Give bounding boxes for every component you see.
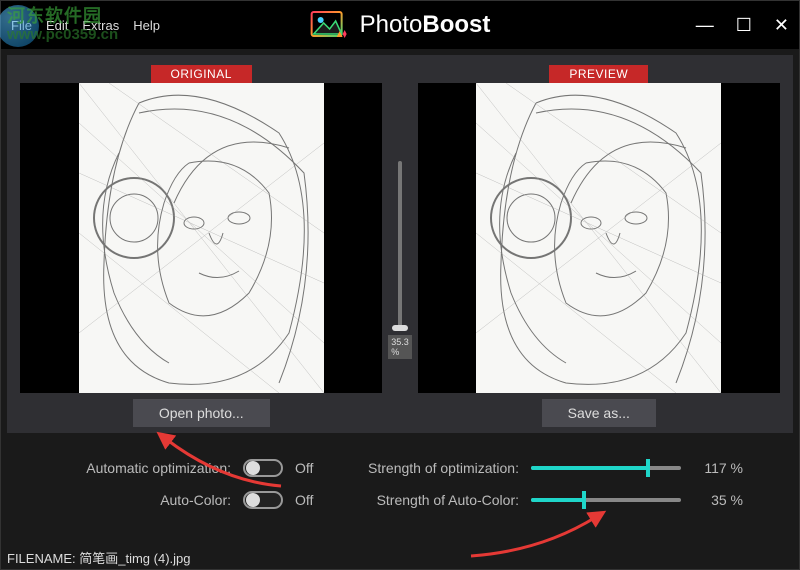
close-button[interactable]: ✕	[774, 15, 789, 36]
strength-opt-handle[interactable]	[646, 459, 650, 477]
app-title-block: PhotoBoost	[310, 9, 491, 41]
menubar: File Edit Extras Help	[11, 18, 160, 33]
zoom-slider[interactable]: 35.3 %	[388, 65, 412, 427]
original-panel: ORIGINAL	[20, 65, 382, 427]
strength-color-slider[interactable]	[531, 498, 681, 502]
menu-edit[interactable]: Edit	[46, 18, 68, 33]
menu-file[interactable]: File	[11, 18, 32, 33]
zoom-track[interactable]	[398, 161, 402, 331]
filename-bar: FILENAME: 简笔画_timg (4).jpg	[7, 548, 191, 567]
auto-opt-state: Off	[295, 460, 327, 476]
preview-sketch	[476, 83, 721, 393]
auto-color-toggle[interactable]	[243, 491, 283, 509]
strength-opt-slider[interactable]	[531, 466, 681, 470]
compare-area: ORIGINAL	[7, 55, 793, 433]
auto-color-state: Off	[295, 492, 327, 508]
minimize-button[interactable]: —	[696, 15, 714, 36]
menu-extras[interactable]: Extras	[82, 18, 119, 33]
strength-opt-fill	[531, 466, 648, 470]
toggle-knob	[246, 493, 260, 507]
app-title-bold: Boost	[422, 11, 490, 38]
preview-label: PREVIEW	[549, 65, 648, 83]
original-label: ORIGINAL	[151, 65, 252, 83]
window-controls: — ☐ ✕	[696, 15, 789, 36]
zoom-handle[interactable]	[392, 325, 408, 331]
controls-panel: Automatic optimization: Off Strength of …	[1, 445, 799, 529]
preview-image	[418, 83, 780, 393]
strength-opt-label: Strength of optimization:	[349, 460, 519, 476]
strength-color-label: Strength of Auto-Color:	[349, 492, 519, 508]
app-title-light: Photo	[360, 11, 423, 38]
zoom-value: 35.3 %	[388, 335, 412, 359]
auto-opt-label: Automatic optimization:	[61, 460, 231, 476]
filename-value: 简笔画_timg (4).jpg	[79, 551, 190, 566]
preview-panel: PREVIEW	[418, 65, 780, 427]
original-sketch	[79, 83, 324, 393]
strength-color-value: 35 %	[693, 492, 743, 508]
save-as-button[interactable]: Save as...	[542, 399, 656, 427]
strength-color-handle[interactable]	[582, 491, 586, 509]
app-logo-icon	[310, 9, 348, 41]
original-image	[20, 83, 382, 393]
maximize-button[interactable]: ☐	[736, 15, 752, 36]
filename-prefix: FILENAME:	[7, 551, 79, 566]
titlebar: File Edit Extras Help	[1, 1, 799, 49]
auto-opt-toggle[interactable]	[243, 459, 283, 477]
app-title: PhotoBoost	[360, 11, 491, 39]
toggle-knob	[246, 461, 260, 475]
strength-color-fill	[531, 498, 584, 502]
open-photo-button[interactable]: Open photo...	[133, 399, 270, 427]
auto-color-label: Auto-Color:	[61, 492, 231, 508]
strength-opt-value: 117 %	[693, 460, 743, 476]
menu-help[interactable]: Help	[133, 18, 160, 33]
